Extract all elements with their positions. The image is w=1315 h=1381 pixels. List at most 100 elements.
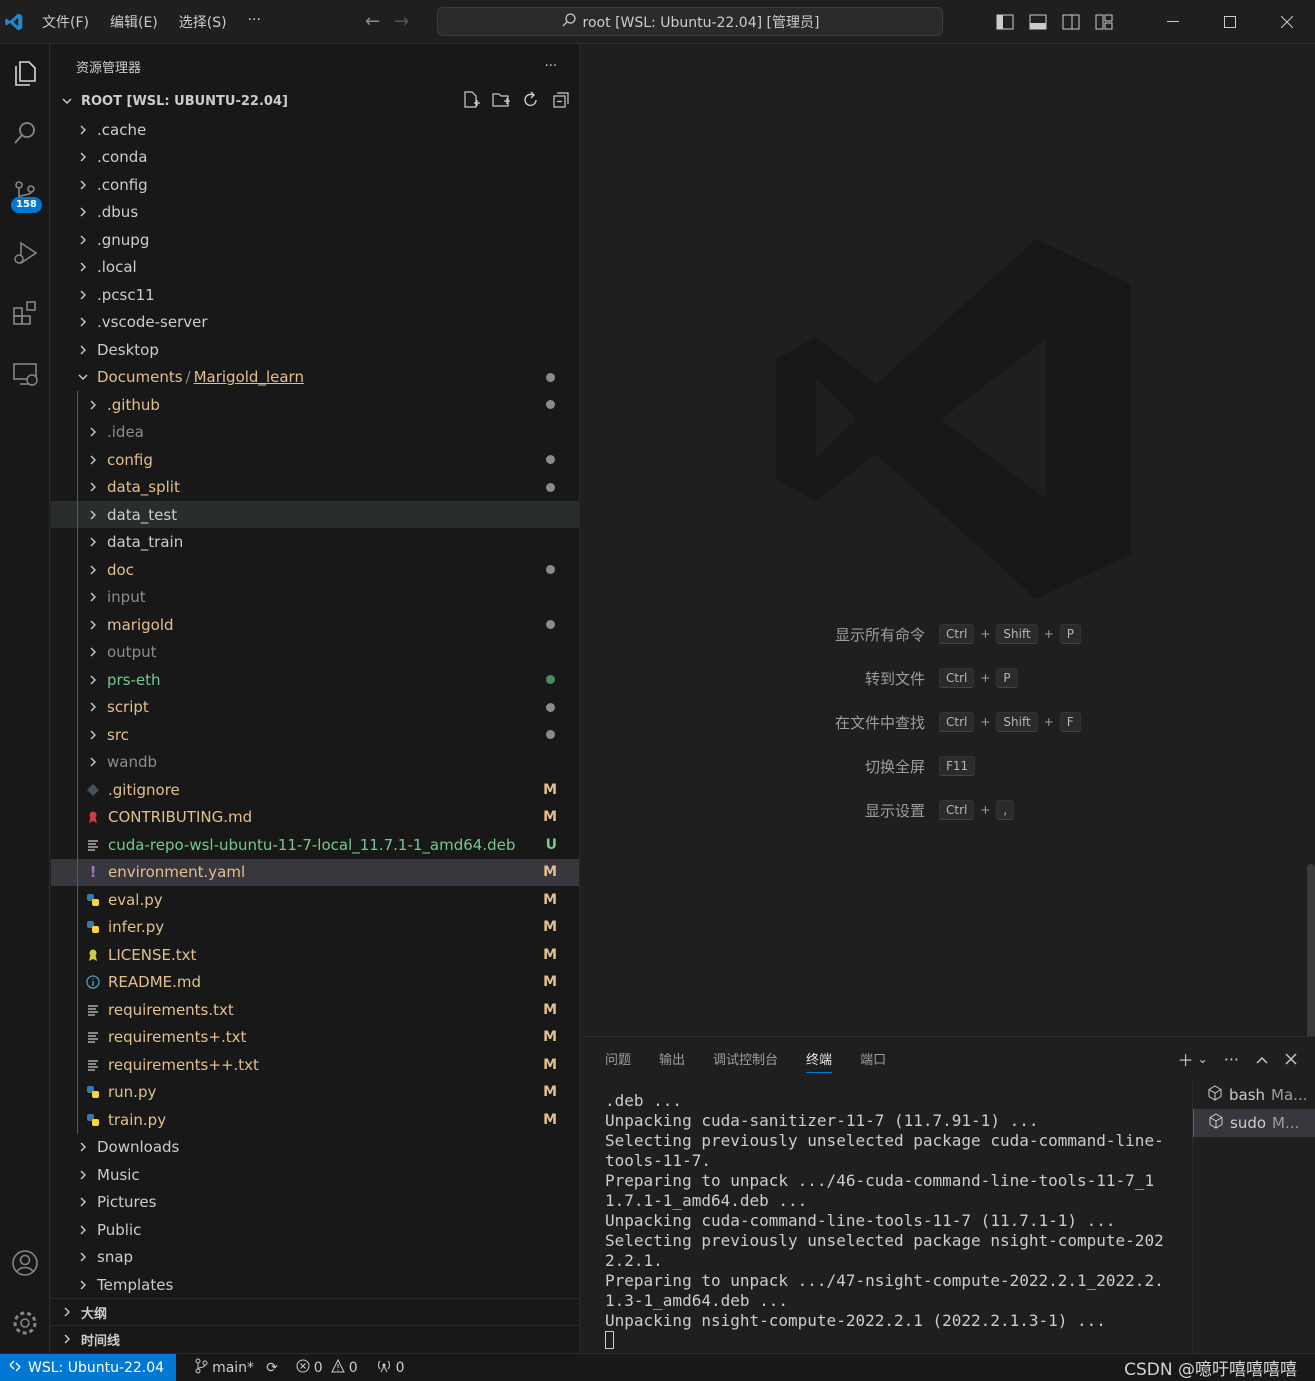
tree-folder-item[interactable]: .pcsc11: [51, 281, 579, 308]
accounts-icon[interactable]: [0, 1238, 50, 1288]
minimize-button[interactable]: [1144, 0, 1201, 44]
new-folder-icon[interactable]: [491, 90, 511, 114]
tree-folder-item[interactable]: Documents / Marigold_learn: [51, 364, 579, 391]
tree-folder-item[interactable]: marigold: [51, 611, 579, 638]
toggle-panel-icon[interactable]: [1027, 13, 1048, 31]
tree-folder-item[interactable]: input: [51, 584, 579, 611]
search-icon[interactable]: [0, 108, 50, 158]
panel-tab[interactable]: 调试控制台: [713, 1049, 778, 1073]
tree-file-item[interactable]: CONTRIBUTING.md M: [51, 804, 579, 831]
shortcut-hint: 在文件中查找 Ctrl + Shift + F: [581, 710, 1315, 734]
tree-folder-item[interactable]: Desktop: [51, 336, 579, 363]
chevron-down-icon[interactable]: ⌄: [1198, 1052, 1208, 1066]
tree-folder-item[interactable]: script: [51, 694, 579, 721]
toggle-sidebar-icon[interactable]: [994, 13, 1015, 31]
timeline-section[interactable]: 时间线: [51, 1325, 579, 1352]
extensions-icon[interactable]: [0, 288, 50, 338]
forward-arrow-icon[interactable]: →: [394, 11, 409, 32]
tree-file-item[interactable]: README.md M: [51, 969, 579, 996]
tree-folder-item[interactable]: Downloads: [51, 1134, 579, 1161]
tree-folder-item[interactable]: data_split: [51, 474, 579, 501]
tree-file-item[interactable]: requirements++.txt M: [51, 1051, 579, 1078]
collapse-all-icon[interactable]: [551, 90, 571, 114]
refresh-icon[interactable]: [521, 90, 541, 114]
tree-file-item[interactable]: .gitignore M: [51, 776, 579, 803]
git-branch[interactable]: main* ⟳: [194, 1358, 278, 1378]
tree-file-item[interactable]: eval.py M: [51, 886, 579, 913]
customize-layout-icon[interactable]: [1093, 13, 1114, 31]
command-center[interactable]: root [WSL: Ubuntu-22.04] [管理员]: [437, 7, 943, 36]
terminal-instance[interactable]: bash Ma...: [1193, 1081, 1315, 1109]
terminal-line: Unpacking cuda-command-line-tools-11-7 (…: [605, 1211, 1116, 1230]
keybinding-key: Shift: [996, 624, 1038, 644]
remote-explorer-icon[interactable]: [0, 348, 50, 398]
explorer-icon[interactable]: [0, 48, 50, 98]
new-terminal-icon[interactable]: ＋: [1178, 1047, 1194, 1071]
panel-tab[interactable]: 输出: [659, 1049, 685, 1073]
tree-folder-item[interactable]: prs-eth: [51, 666, 579, 693]
panel-tab[interactable]: 问题: [605, 1049, 631, 1073]
close-panel-icon[interactable]: [1285, 1050, 1297, 1069]
tree-folder-item[interactable]: data_train: [51, 529, 579, 556]
tree-item-label: data_split: [107, 478, 180, 496]
terminal-output[interactable]: .deb ... Unpacking cuda-sanitizer-11-7 (1…: [605, 1091, 1171, 1351]
tree-file-item[interactable]: ! environment.yaml M: [51, 858, 579, 886]
tree-file-item[interactable]: LICENSE.txt M: [51, 941, 579, 968]
new-file-icon[interactable]: [461, 90, 481, 114]
tree-file-item[interactable]: requirements.txt M: [51, 996, 579, 1023]
menu-more[interactable]: ···: [248, 12, 261, 32]
tree-folder-item[interactable]: wandb: [51, 749, 579, 776]
tree-folder-item[interactable]: data_test: [51, 501, 579, 528]
tree-folder-item[interactable]: .dbus: [51, 199, 579, 226]
outline-section[interactable]: 大纲: [51, 1298, 579, 1325]
run-debug-icon[interactable]: [0, 228, 50, 278]
panel-tab[interactable]: 终端: [806, 1049, 833, 1073]
tree-folder-item[interactable]: .cache: [51, 116, 579, 143]
tree-folder-item[interactable]: .gnupg: [51, 226, 579, 253]
contributing-file-icon: [85, 809, 101, 825]
tree-file-item[interactable]: requirements+.txt M: [51, 1024, 579, 1051]
remote-indicator[interactable]: WSL: Ubuntu-22.04: [0, 1354, 177, 1381]
tree-folder-item[interactable]: .local: [51, 254, 579, 281]
tree-folder-item[interactable]: .github: [51, 391, 579, 418]
panel-tab[interactable]: 端口: [860, 1049, 886, 1073]
ports-indicator[interactable]: 0: [376, 1359, 405, 1377]
menu-selection[interactable]: 选择(S): [179, 12, 227, 32]
menu-edit[interactable]: 编辑(E): [110, 12, 158, 32]
toggle-secondary-sidebar-icon[interactable]: [1060, 13, 1081, 31]
terminal-instance[interactable]: sudo M...: [1193, 1109, 1315, 1137]
tree-folder-item[interactable]: Templates: [51, 1271, 579, 1298]
tree-folder-item[interactable]: doc: [51, 556, 579, 583]
problems-indicator[interactable]: 0 0: [296, 1358, 358, 1377]
settings-gear-icon[interactable]: [0, 1298, 50, 1348]
tree-folder-item[interactable]: Public: [51, 1216, 579, 1243]
sync-icon[interactable]: ⟳: [266, 1360, 278, 1376]
tree-file-item[interactable]: infer.py M: [51, 914, 579, 941]
git-status-dot: [546, 620, 555, 629]
explorer-title: 资源管理器: [76, 60, 142, 76]
maximize-panel-icon[interactable]: [1255, 1050, 1269, 1069]
source-control-icon[interactable]: 158: [0, 168, 50, 218]
tree-folder-item[interactable]: .conda: [51, 144, 579, 171]
workspace-root-header[interactable]: ROOT [WSL: UBUNTU-22.04]: [51, 88, 579, 114]
maximize-button[interactable]: [1201, 0, 1258, 44]
tree-folder-item[interactable]: .idea: [51, 419, 579, 446]
tree-folder-item[interactable]: Pictures: [51, 1189, 579, 1216]
more-actions-icon[interactable]: ···: [1224, 1050, 1239, 1069]
tree-folder-item[interactable]: output: [51, 639, 579, 666]
tree-file-item[interactable]: train.py M: [51, 1106, 579, 1133]
tree-folder-item[interactable]: src: [51, 721, 579, 748]
tree-folder-item[interactable]: config: [51, 446, 579, 473]
tree-folder-item[interactable]: .vscode-server: [51, 309, 579, 336]
git-status-badge: U: [545, 836, 557, 853]
tree-folder-item[interactable]: .config: [51, 171, 579, 198]
close-button[interactable]: [1258, 0, 1315, 44]
back-arrow-icon[interactable]: ←: [365, 11, 380, 32]
tree-item-label: Music: [97, 1165, 140, 1184]
tree-file-item[interactable]: cuda-repo-wsl-ubuntu-11-7-local_11.7.1-1…: [51, 831, 579, 858]
tree-folder-item[interactable]: snap: [51, 1244, 579, 1271]
menu-file[interactable]: 文件(F): [42, 12, 89, 32]
tree-file-item[interactable]: run.py M: [51, 1079, 579, 1106]
explorer-more-button[interactable]: ···: [545, 59, 557, 74]
tree-folder-item[interactable]: Music: [51, 1161, 579, 1188]
